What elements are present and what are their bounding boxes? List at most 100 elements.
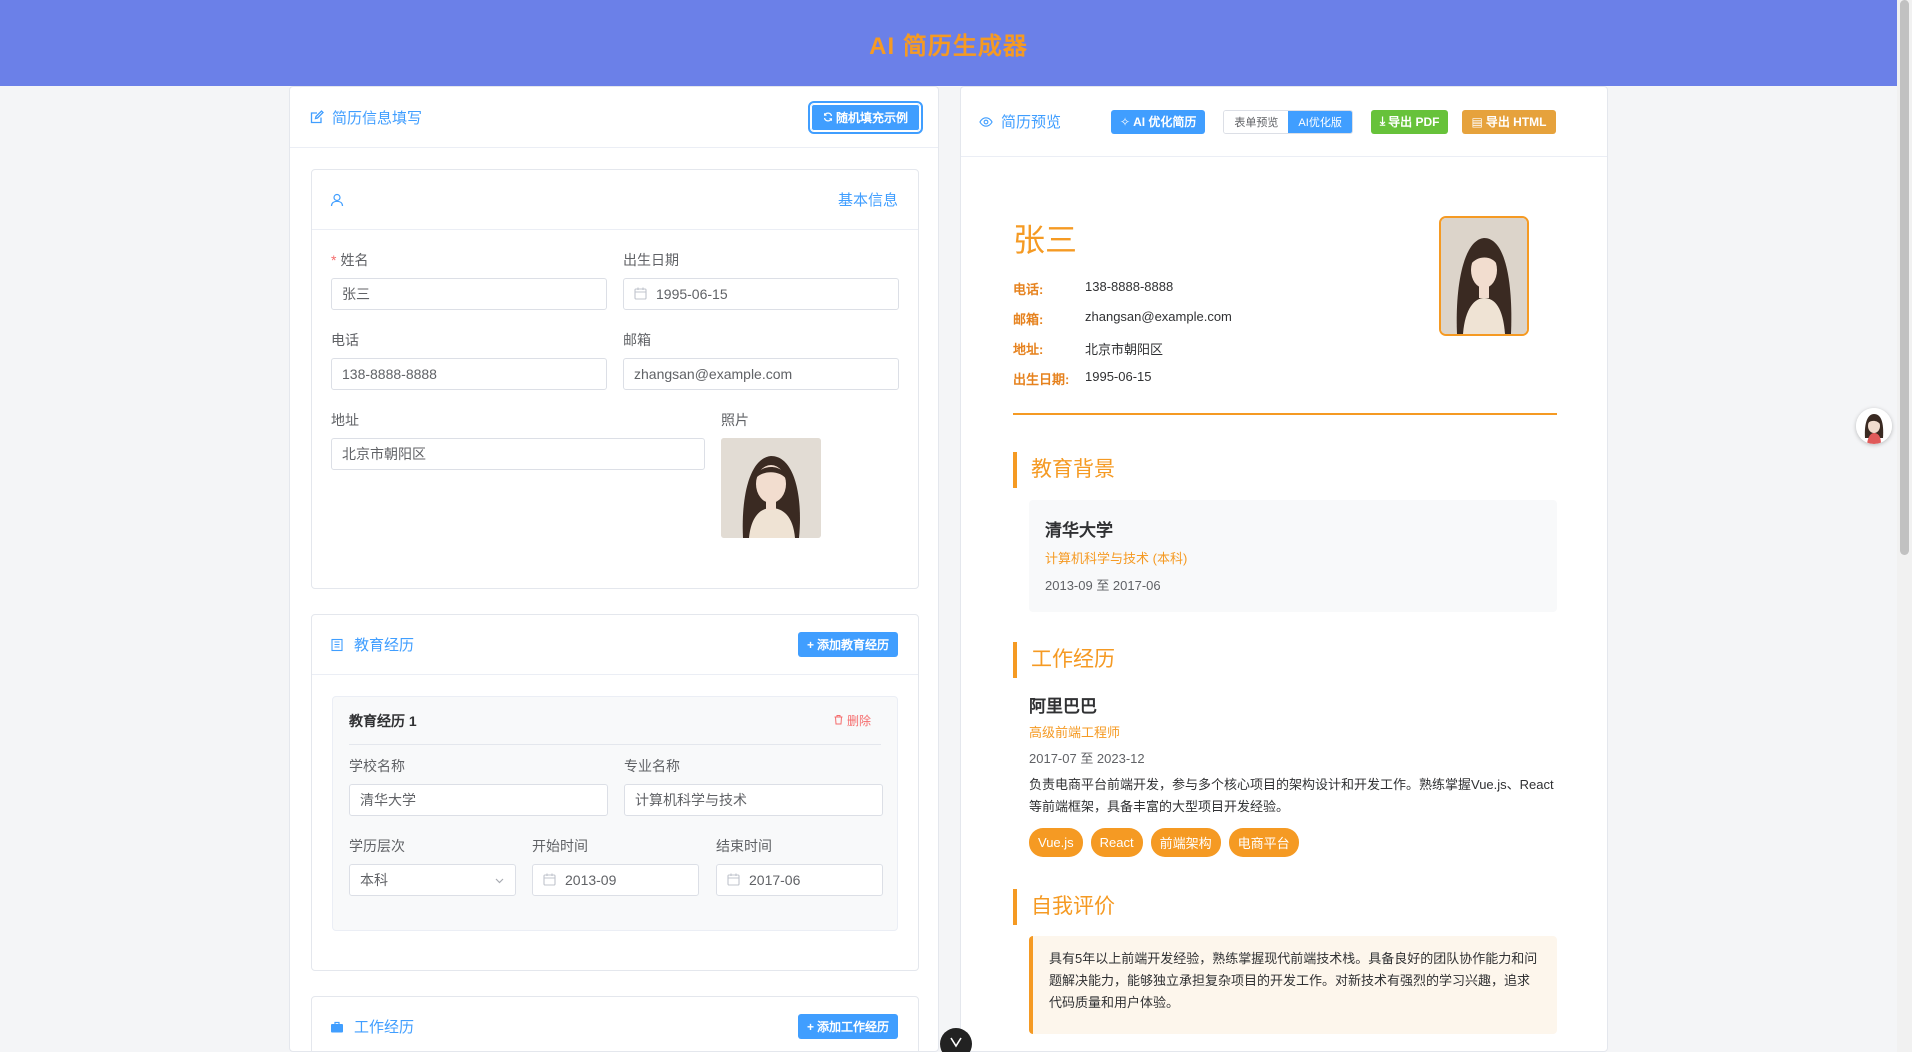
start-date-field: 开始时间 2013-09	[532, 836, 699, 896]
calendar-icon	[543, 873, 557, 887]
resume-name: 张三	[1013, 222, 1078, 258]
work-header: 工作经历 + 添加工作经历	[312, 997, 918, 1051]
vertical-scrollbar[interactable]	[1897, 0, 1912, 1052]
eye-icon	[979, 115, 993, 129]
edu-major: 计算机科学与技术 (本科)	[1045, 551, 1188, 566]
app-title: AI 简历生成器	[869, 32, 1028, 60]
delete-education-button[interactable]: 删除	[833, 712, 871, 729]
phone-input[interactable]: 138-8888-8888	[331, 358, 607, 390]
photo-label: 照片	[721, 412, 749, 428]
work-description: 负责电商平台前端开发，参与多个核心项目的架构设计和开发工作。熟练掌握Vue.js…	[1029, 777, 1554, 814]
school-field: 学校名称 清华大学	[349, 756, 608, 816]
degree-label: 学历层次	[349, 838, 405, 854]
info-email: 邮箱: zhangsan@example.com	[1013, 309, 1232, 327]
major-label: 专业名称	[624, 758, 680, 774]
self-evaluation: 具有5年以上前端开发经验，熟练掌握现代前端技术栈。具备良好的团队协作能力和问题解…	[1029, 936, 1557, 1034]
plus-icon: +	[806, 637, 814, 652]
form-panel-header: 简历信息填写 随机填充示例	[290, 87, 938, 148]
work-section-title: 工作经历	[1013, 642, 1115, 678]
work-company: 阿里巴巴	[1029, 697, 1097, 716]
school-label: 学校名称	[349, 758, 405, 774]
vue-devtools-button[interactable]	[940, 1028, 972, 1052]
skill-tags: Vue.js React 前端架构 电商平台	[1029, 828, 1299, 857]
view-mode-toggle[interactable]: 表单预览 AI优化版	[1223, 109, 1353, 134]
tab-ai-version[interactable]: AI优化版	[1288, 110, 1352, 133]
preview-title: 简历预览	[1001, 114, 1062, 131]
education-header: 教育经历 + 添加教育经历	[312, 615, 918, 675]
email-input[interactable]: zhangsan@example.com	[623, 358, 899, 390]
vue-icon	[949, 1035, 963, 1052]
basic-info-header: 基本信息	[312, 170, 918, 230]
address-label: 地址	[331, 412, 359, 428]
skill-tag: Vue.js	[1029, 828, 1083, 857]
start-date-picker[interactable]: 2013-09	[532, 864, 699, 896]
random-fill-button[interactable]: 随机填充示例	[807, 101, 924, 134]
end-label: 结束时间	[716, 838, 772, 854]
magic-icon: ✧	[1120, 114, 1131, 129]
edu-school: 清华大学	[1045, 521, 1113, 540]
resume-photo	[1439, 216, 1529, 336]
add-work-button[interactable]: + 添加工作经历	[797, 1014, 898, 1039]
work-card: 工作经历 + 添加工作经历	[311, 996, 919, 1051]
delete-icon	[833, 714, 844, 728]
skill-tag: 电商平台	[1228, 828, 1299, 857]
preview-panel: 简历预览 ✧ AI 优化简历 表单预览 AI优化版 ⤓ 导出 PDF ▤ 导出 …	[960, 86, 1608, 1052]
skill-tag: React	[1090, 828, 1143, 857]
scrollbar-thumb[interactable]	[1900, 0, 1909, 555]
address-input[interactable]: 北京市朝阳区	[331, 438, 705, 470]
info-birth: 出生日期: 1995-06-15	[1013, 369, 1152, 387]
export-pdf-button[interactable]: ⤓ 导出 PDF	[1370, 109, 1449, 134]
form-panel: 简历信息填写 随机填充示例 基本信息 * 姓名 张三 出生日期 1995-06-1…	[289, 86, 939, 1052]
info-phone: 电话: 138-8888-8888	[1013, 279, 1174, 297]
education-title: 教育经历	[354, 637, 415, 654]
address-field: 地址 北京市朝阳区	[331, 410, 705, 470]
ai-optimize-button[interactable]: ✧ AI 优化简历	[1111, 109, 1206, 134]
birth-field: 出生日期 1995-06-15	[623, 250, 899, 310]
work-title: 工作经历	[354, 1019, 415, 1036]
major-field: 专业名称 计算机科学与技术	[624, 756, 883, 816]
form-panel-title: 简历信息填写	[332, 109, 423, 127]
export-html-button[interactable]: ▤ 导出 HTML	[1462, 109, 1556, 134]
birth-label: 出生日期	[623, 252, 679, 268]
school-icon	[330, 638, 344, 652]
work-date: 2017-07 至 2023-12	[1029, 751, 1145, 766]
photo-upload[interactable]	[721, 438, 821, 538]
plus-icon: +	[806, 1019, 814, 1034]
refresh-icon	[823, 111, 833, 125]
chevron-down-icon	[494, 875, 505, 886]
add-education-button[interactable]: + 添加教育经历	[797, 632, 898, 657]
start-label: 开始时间	[532, 838, 588, 854]
phone-field: 电话 138-8888-8888	[331, 330, 607, 390]
edu-date: 2013-09 至 2017-06	[1045, 578, 1161, 593]
user-icon	[330, 193, 344, 207]
random-fill-label: 随机填充示例	[835, 111, 908, 125]
calendar-icon	[727, 873, 741, 887]
basic-info-title: 基本信息	[837, 192, 898, 209]
required-mark: *	[331, 252, 337, 268]
edit-icon	[310, 110, 324, 124]
school-input[interactable]: 清华大学	[349, 784, 608, 816]
skill-tag: 前端架构	[1150, 828, 1221, 857]
assistant-avatar[interactable]	[1856, 408, 1892, 444]
app-header: AI 简历生成器	[0, 0, 1897, 86]
education-entry: 清华大学 计算机科学与技术 (本科) 2013-09 至 2017-06	[1029, 500, 1557, 612]
name-label: 姓名	[340, 252, 369, 268]
tab-form-preview[interactable]: 表单预览	[1224, 110, 1289, 133]
name-field: * 姓名 张三	[331, 250, 607, 310]
education-item: 教育经历 1 删除 学校名称 清华大学 专业名称 计算机科学与技术 学历层次 本…	[332, 696, 898, 931]
degree-select[interactable]: 本科	[349, 864, 516, 896]
email-label: 邮箱	[623, 332, 651, 348]
name-input[interactable]: 张三	[331, 278, 607, 310]
major-input[interactable]: 计算机科学与技术	[624, 784, 883, 816]
end-date-field: 结束时间 2017-06	[716, 836, 883, 896]
education-section-title: 教育背景	[1013, 452, 1115, 488]
info-address: 地址: 北京市朝阳区	[1013, 342, 1164, 357]
basic-info-card: 基本信息 * 姓名 张三 出生日期 1995-06-15 电话 138-8888-…	[311, 169, 919, 589]
preview-panel-header: 简历预览 ✧ AI 优化简历 表单预览 AI优化版 ⤓ 导出 PDF ▤ 导出 …	[961, 87, 1607, 157]
end-date-picker[interactable]: 2017-06	[716, 864, 883, 896]
header-divider	[1013, 413, 1557, 415]
email-field: 邮箱 zhangsan@example.com	[623, 330, 899, 390]
phone-label: 电话	[331, 332, 359, 348]
degree-field: 学历层次 本科	[349, 836, 516, 896]
birth-date-picker[interactable]: 1995-06-15	[623, 278, 899, 310]
